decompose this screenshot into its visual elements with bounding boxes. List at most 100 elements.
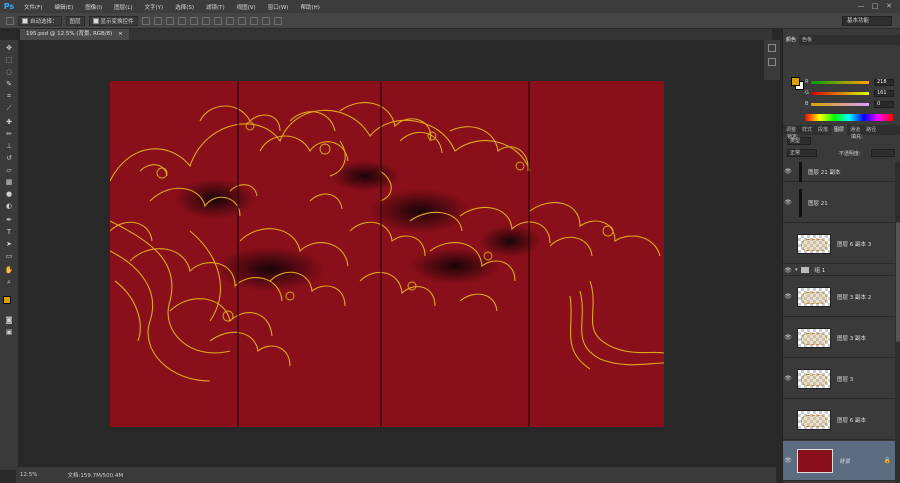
eye-icon[interactable]: 👁 [783, 267, 793, 274]
eye-icon[interactable]: 👁 [783, 457, 793, 464]
tab-paths[interactable]: 路径 [863, 125, 879, 135]
auto-select-checkbox[interactable]: 自动选择： [18, 15, 62, 26]
crop-tool-icon[interactable]: ⌗ [4, 92, 14, 101]
document-canvas[interactable] [110, 81, 664, 427]
red-track[interactable] [811, 80, 869, 84]
dodge-tool-icon[interactable]: ◐ [4, 202, 14, 211]
tab-paragraph[interactable]: 段落 [815, 125, 831, 135]
layer-row[interactable]: 👁 图层 21 副本 [783, 162, 895, 182]
blue-value[interactable]: 0 [874, 100, 894, 108]
blue-slider[interactable]: B 0 [805, 100, 897, 108]
tab-layers[interactable]: 图层 [831, 125, 848, 135]
layer-row[interactable]: 👁 图层 21 [783, 183, 895, 223]
history-panel-icon[interactable] [768, 44, 776, 52]
green-value[interactable]: 161 [874, 89, 894, 97]
clone-stamp-icon[interactable]: ⊥ [4, 142, 14, 151]
gradient-tool-icon[interactable]: ▦ [4, 178, 14, 187]
menu-file[interactable]: 文件(F) [18, 3, 48, 11]
eyedropper-icon[interactable]: ⟋ [4, 104, 14, 113]
align-bottom-icon[interactable] [165, 16, 174, 25]
scrollbar-thumb[interactable] [896, 222, 900, 342]
layers-scrollbar[interactable] [895, 162, 900, 483]
layer-row[interactable]: 👁 图层 3 [783, 359, 895, 399]
layer-row-selected[interactable]: 👁 背景 🔒 [783, 441, 895, 481]
eraser-icon[interactable]: ▱ [4, 166, 14, 175]
layer-row[interactable]: 图层 6 副本 [783, 400, 895, 440]
red-slider[interactable]: R 218 [805, 78, 897, 86]
tab-styles[interactable]: 样式 [799, 125, 815, 135]
lasso-tool-icon[interactable]: ◌ [4, 68, 14, 77]
green-track[interactable] [811, 91, 869, 95]
shape-tool-icon[interactable]: ▭ [4, 252, 14, 261]
document-tab[interactable]: 195.psd @ 12.5% (背景, RGB/8) × [20, 29, 129, 40]
brush-tool-icon[interactable]: ✏ [4, 130, 14, 139]
layer-thumbnail [797, 286, 831, 307]
menu-layer[interactable]: 图层(L) [108, 3, 138, 11]
green-slider[interactable]: G 161 [805, 89, 897, 97]
zoom-tool-icon[interactable]: ⌕ [4, 278, 14, 287]
document-info[interactable]: 文档:159.7M/500.4M [67, 471, 123, 479]
minimize-button[interactable]: — [856, 2, 866, 11]
tab-swatches[interactable]: 色板 [799, 35, 815, 45]
distribute-right-icon[interactable] [273, 16, 282, 25]
maximize-button[interactable]: □ [870, 2, 880, 11]
close-button[interactable]: ✕ [884, 2, 894, 11]
move-tool-icon[interactable]: ✥ [4, 44, 14, 53]
menu-select[interactable]: 选择(S) [169, 3, 200, 11]
layer-row[interactable]: 👁 图层 3 副本 [783, 318, 895, 358]
close-tab-icon[interactable]: × [118, 31, 123, 37]
distribute-top-icon[interactable] [213, 16, 222, 25]
quick-select-icon[interactable]: ✎ [4, 80, 14, 89]
menu-filter[interactable]: 滤镜(T) [200, 3, 231, 11]
pen-tool-icon[interactable]: ✒ [4, 216, 14, 225]
chevron-down-icon[interactable]: ▾ [795, 267, 798, 273]
opacity-label: 不透明度: [839, 151, 861, 157]
type-tool-icon[interactable]: T [4, 228, 14, 237]
layer-row[interactable]: 👁 图层 3 副本 2 [783, 277, 895, 317]
blue-track[interactable] [811, 102, 869, 106]
foreground-swatch[interactable] [791, 77, 800, 86]
eye-icon[interactable]: 👁 [783, 293, 793, 300]
menu-help[interactable]: 帮助(H) [294, 3, 325, 11]
align-left-icon[interactable] [177, 16, 186, 25]
screen-mode-icon[interactable]: ▣ [4, 328, 14, 337]
distribute-bottom-icon[interactable] [237, 16, 246, 25]
align-center-icon[interactable] [189, 16, 198, 25]
tab-color[interactable]: 颜色 [783, 35, 800, 45]
eye-icon[interactable]: 👁 [783, 375, 793, 382]
layer-group-row[interactable]: 👁 ▾ 组 1 [783, 265, 895, 276]
auto-select-dropdown[interactable]: 图层 [65, 15, 85, 26]
move-tool-preset-icon[interactable] [6, 16, 14, 25]
foreground-color-icon[interactable] [3, 296, 11, 304]
properties-panel-icon[interactable] [768, 58, 776, 66]
align-middle-icon[interactable] [153, 16, 162, 25]
menu-view[interactable]: 视图(V) [231, 3, 262, 11]
blur-tool-icon[interactable]: ● [4, 190, 14, 199]
blend-mode-dropdown[interactable]: 正常 [787, 149, 817, 157]
eye-icon[interactable]: 👁 [783, 199, 793, 206]
distribute-center-icon[interactable] [261, 16, 270, 25]
workspace-switcher[interactable]: 基本功能 [842, 15, 892, 26]
menu-edit[interactable]: 编辑(E) [48, 3, 79, 11]
show-transform-checkbox[interactable]: 显示变换控件 [88, 15, 138, 26]
align-top-icon[interactable] [141, 16, 150, 25]
eye-icon[interactable]: 👁 [783, 334, 793, 341]
marquee-tool-icon[interactable]: ⬚ [4, 56, 14, 65]
layer-row[interactable]: 图层 6 副本 3 [783, 224, 895, 264]
quick-mask-icon[interactable]: ◙ [4, 316, 14, 325]
red-value[interactable]: 218 [874, 78, 894, 86]
hand-tool-icon[interactable]: ✋ [4, 266, 14, 275]
menu-window[interactable]: 窗口(W) [262, 3, 295, 11]
distribute-middle-icon[interactable] [225, 16, 234, 25]
path-select-icon[interactable]: ➤ [4, 240, 14, 249]
color-spectrum[interactable] [805, 114, 893, 121]
menu-image[interactable]: 图像(I) [79, 3, 108, 11]
eye-icon[interactable]: 👁 [783, 168, 793, 175]
zoom-level[interactable]: 12.5% [20, 472, 37, 478]
distribute-left-icon[interactable] [249, 16, 258, 25]
menu-type[interactable]: 文字(Y) [139, 3, 170, 11]
opacity-field[interactable] [871, 149, 895, 157]
healing-brush-icon[interactable]: ✚ [4, 118, 14, 127]
history-brush-icon[interactable]: ↺ [4, 154, 14, 163]
align-right-icon[interactable] [201, 16, 210, 25]
